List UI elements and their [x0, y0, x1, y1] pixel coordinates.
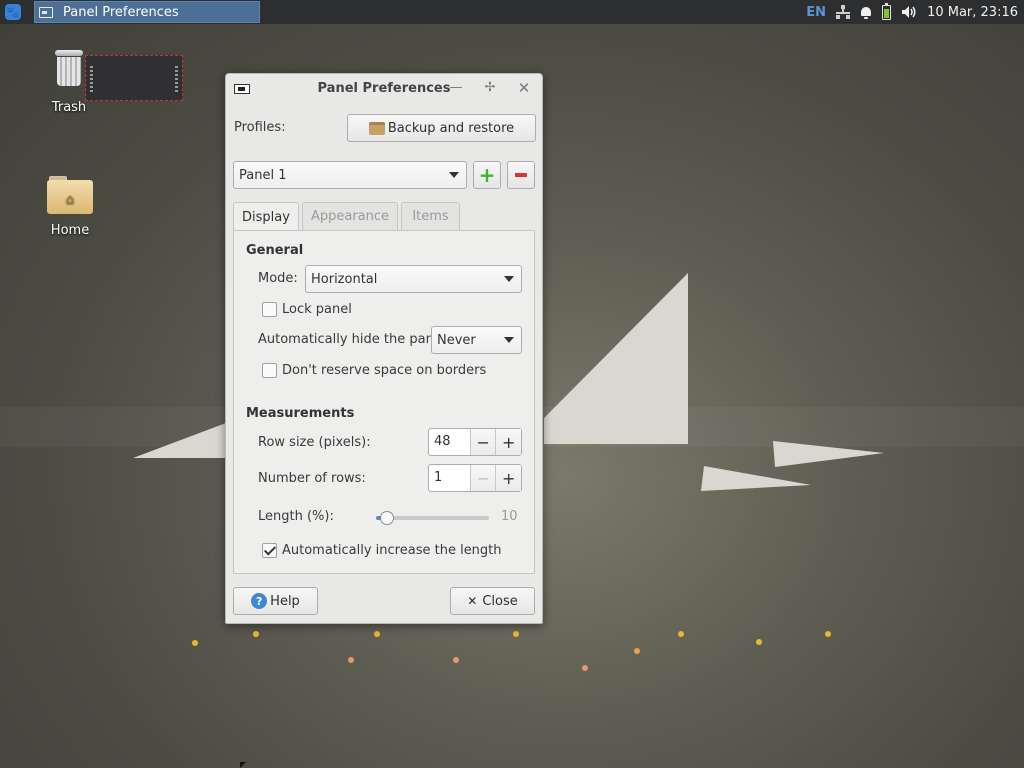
- panel-drag-handle[interactable]: [175, 66, 178, 92]
- help-button[interactable]: ? Help: [233, 587, 318, 615]
- desktop-icon-label: Home: [50, 223, 90, 238]
- length-slider-handle[interactable]: [380, 511, 394, 525]
- maximize-button[interactable]: ✢: [482, 80, 498, 96]
- help-button-label: Help: [270, 593, 300, 609]
- rows-decrement-button[interactable]: −: [469, 465, 496, 491]
- wallpaper-dot: [756, 639, 762, 645]
- new-panel-preview[interactable]: [85, 55, 183, 101]
- row-size-decrement-button[interactable]: −: [469, 429, 496, 455]
- wallpaper-dot: [513, 631, 519, 637]
- wallpaper-dot: [582, 665, 588, 671]
- reserve-space-label[interactable]: Don't reserve space on borders: [282, 363, 486, 378]
- row-size-label: Row size (pixels):: [258, 435, 371, 450]
- rows-spinbox[interactable]: 1 − +: [428, 464, 522, 492]
- measurements-heading: Measurements: [246, 406, 355, 421]
- lock-panel-checkbox[interactable]: [262, 302, 277, 317]
- general-heading: General: [246, 243, 304, 258]
- wallpaper-dot: [634, 648, 640, 654]
- package-icon: [368, 121, 385, 135]
- display-tab-page: General Mode: Horizontal Lock panel Auto…: [233, 230, 535, 574]
- mode-select-value: Horizontal: [311, 271, 378, 287]
- add-panel-button[interactable]: +: [473, 161, 501, 189]
- row-size-spinbox[interactable]: 48 − +: [428, 428, 522, 456]
- wallpaper-dot: [374, 631, 380, 637]
- rows-value[interactable]: 1: [429, 465, 470, 491]
- lock-panel-label[interactable]: Lock panel: [282, 302, 352, 317]
- dialog-titlebar[interactable]: Panel Preferences — ✢ ✕: [226, 74, 542, 104]
- profiles-label: Profiles:: [234, 120, 286, 135]
- rows-increment-button[interactable]: +: [495, 465, 522, 491]
- house-icon: ⌂: [65, 192, 75, 207]
- wallpaper-dot: [825, 631, 831, 637]
- backup-and-restore-button[interactable]: Backup and restore: [347, 114, 536, 142]
- reserve-space-checkbox[interactable]: [262, 363, 277, 378]
- tab-items[interactable]: Items: [401, 202, 460, 230]
- rows-label: Number of rows:: [258, 471, 366, 486]
- tab-display[interactable]: Display: [233, 202, 299, 231]
- auto-length-label[interactable]: Automatically increase the length: [282, 543, 502, 558]
- desktop-icon-label: Trash: [51, 100, 87, 115]
- wallpaper-dot: [348, 657, 354, 663]
- close-window-button[interactable]: ✕: [516, 80, 532, 96]
- autohide-select-value: Never: [437, 332, 476, 348]
- home-folder-icon: ⌂: [47, 176, 93, 214]
- autohide-select[interactable]: Never: [431, 326, 522, 354]
- panel-select[interactable]: Panel 1: [233, 161, 467, 189]
- wallpaper-dot: [192, 640, 198, 646]
- close-button[interactable]: ✕ Close: [450, 587, 535, 615]
- autohide-label: Automatically hide the panel:: [258, 332, 450, 347]
- mouse-pointer-icon: [240, 762, 246, 768]
- panel-drag-handle[interactable]: [90, 66, 93, 92]
- wallpaper-dot: [453, 657, 459, 663]
- close-button-label: Close: [482, 593, 518, 609]
- plus-icon: +: [478, 163, 496, 187]
- help-icon: ?: [251, 593, 268, 609]
- mode-label: Mode:: [258, 271, 298, 286]
- minus-icon: [515, 173, 527, 177]
- chevron-down-icon: [504, 337, 514, 343]
- chevron-down-icon: [504, 276, 514, 282]
- desktop-icon-home[interactable]: ⌂ Home: [43, 176, 97, 238]
- minimize-button[interactable]: —: [448, 80, 464, 96]
- trash-icon: [55, 50, 83, 86]
- remove-panel-button[interactable]: [507, 161, 535, 189]
- backup-and-restore-label: Backup and restore: [387, 120, 515, 136]
- row-size-increment-button[interactable]: +: [495, 429, 522, 455]
- length-value: 10: [501, 509, 518, 524]
- auto-length-checkbox[interactable]: [262, 543, 277, 558]
- mode-select[interactable]: Horizontal: [305, 265, 522, 293]
- panel-preferences-dialog: Panel Preferences — ✢ ✕ Profiles: Backup…: [225, 73, 543, 624]
- length-label: Length (%):: [258, 509, 334, 524]
- panel-select-value: Panel 1: [239, 167, 287, 183]
- close-icon: ✕: [467, 594, 478, 608]
- wallpaper-dot: [253, 631, 259, 637]
- tab-appearance[interactable]: Appearance: [302, 202, 398, 230]
- wallpaper-dot: [678, 631, 684, 637]
- chevron-down-icon: [449, 172, 459, 178]
- row-size-value[interactable]: 48: [429, 429, 470, 455]
